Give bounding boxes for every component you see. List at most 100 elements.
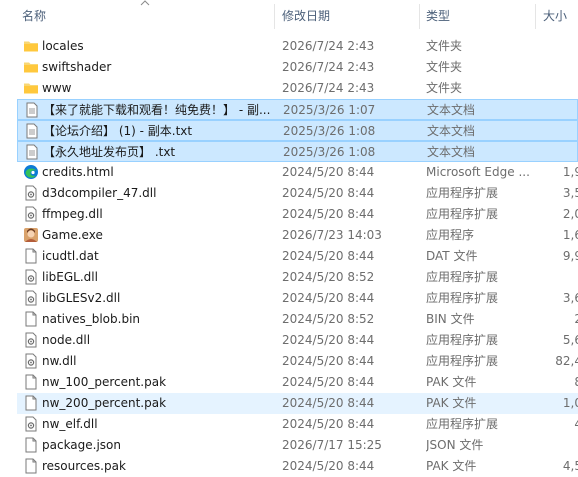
column-header-date[interactable]: 修改日期 [282,0,330,33]
file-icon [23,374,39,390]
file-row[interactable]: libGLESv2.dll 2024/5/20 8:44 应用程序扩展 3,6 [17,288,578,309]
file-name: libEGL.dll [42,270,98,284]
file-name: 【论坛介绍】 (1) - 副本.txt [43,124,193,138]
file-type: PAK 文件 [426,375,477,389]
file-name: Game.exe [42,228,103,242]
file-modified-date: 2024/5/20 8:44 [282,333,375,347]
column-divider[interactable] [419,4,420,29]
file-size: 4,5 [562,459,578,473]
file-type: 文本文档 [427,103,476,117]
file-type: BIN 文件 [426,312,475,326]
file-row[interactable]: natives_blob.bin 2024/5/20 8:52 BIN 文件 2 [17,309,578,330]
file-type: 应用程序扩展 [426,270,499,284]
dll-file-icon [23,416,39,432]
folder-icon [23,59,39,75]
file-row[interactable]: 【论坛介绍】 (1) - 副本.txt 2025/3/26 1:08 文本文档 [17,120,578,141]
file-size: 2,0 [562,207,578,221]
file-icon [23,395,39,411]
dll-file-icon [23,353,39,369]
file-modified-date: 2024/5/20 8:44 [282,417,375,431]
file-row[interactable]: swiftshader 2026/7/24 2:43 文件夹 [17,57,578,78]
folder-icon [23,38,39,54]
file-row[interactable]: package.json 2026/7/17 15:25 JSON 文件 [17,435,578,456]
file-modified-date: 2024/5/20 8:44 [282,291,375,305]
column-header-type[interactable]: 类型 [426,0,450,33]
file-icon [23,311,39,327]
file-modified-date: 2024/5/20 8:44 [282,375,375,389]
file-row[interactable]: nw_200_percent.pak 2024/5/20 8:44 PAK 文件 1,… [17,393,578,414]
dll-file-icon [23,269,39,285]
file-size [542,78,578,99]
file-modified-date: 2026/7/24 2:43 [282,39,375,53]
file-modified-date: 2024/5/20 8:44 [282,354,375,368]
file-size: 9,9 [562,249,578,263]
file-icon [23,458,39,474]
file-type: Microsoft Edge ... [426,165,530,179]
file-size: 1,6 [562,228,578,242]
file-name: package.json [42,438,122,452]
file-size [543,142,578,163]
file-size: 82,4 [555,354,578,368]
file-name: ffmpeg.dll [42,207,103,221]
file-type: 应用程序扩展 [426,417,499,431]
file-row[interactable]: www 2026/7/24 2:43 文件夹 [17,78,578,99]
game-app-icon [23,227,39,243]
file-name: www [42,81,72,95]
file-row[interactable]: libEGL.dll 2024/5/20 8:52 应用程序扩展 [17,267,578,288]
file-row[interactable]: resources.pak 2024/5/20 8:44 PAK 文件 4,5 [17,456,578,477]
file-modified-date: 2025/3/26 1:07 [283,103,376,117]
file-size [543,121,578,142]
file-row[interactable]: icudtl.dat 2024/5/20 8:44 DAT 文件 9,9 [17,246,578,267]
file-size: 5,6 [562,333,578,347]
file-row[interactable]: Game.exe 2026/7/23 14:03 应用程序 1,6 [17,225,578,246]
file-modified-date: 2024/5/20 8:44 [282,459,375,473]
column-divider[interactable] [535,4,536,29]
file-modified-date: 2025/3/26 1:08 [283,145,376,159]
file-row[interactable]: credits.html 2024/5/20 8:44 Microsoft Edge… [17,162,578,183]
file-name: natives_blob.bin [42,312,141,326]
file-name: locales [42,39,84,53]
file-type: 文本文档 [427,124,476,138]
file-row[interactable]: node.dll 2024/5/20 8:44 应用程序扩展 5,6 [17,330,578,351]
file-name: node.dll [42,333,91,347]
file-modified-date: 2025/3/26 1:08 [283,124,376,138]
column-header-size[interactable]: 大小 [543,0,567,33]
file-row[interactable]: ffmpeg.dll 2024/5/20 8:44 应用程序扩展 2,0 [17,204,578,225]
file-type: 文件夹 [426,60,463,74]
file-size [542,36,578,57]
file-modified-date: 2024/5/20 8:44 [282,207,375,221]
file-type: PAK 文件 [426,459,477,473]
file-type: DAT 文件 [426,249,478,263]
file-row[interactable]: d3dcompiler_47.dll 2024/5/20 8:44 应用程序扩展 3,… [17,183,578,204]
file-modified-date: 2024/5/20 8:52 [282,312,375,326]
file-size [543,100,578,121]
file-modified-date: 2026/7/17 15:25 [282,438,382,452]
file-row[interactable]: locales 2026/7/24 2:43 文件夹 [17,36,578,57]
column-header-name[interactable]: 名称 [22,0,46,33]
file-modified-date: 2026/7/23 14:03 [282,228,382,242]
file-size [542,435,578,456]
file-row[interactable]: nw_100_percent.pak 2024/5/20 8:44 PAK 文件 8 [17,372,578,393]
file-row[interactable]: nw.dll 2024/5/20 8:44 应用程序扩展 82,4 [17,351,578,372]
file-type: 应用程序扩展 [426,186,499,200]
file-row[interactable]: nw_elf.dll 2024/5/20 8:44 应用程序扩展 4 [17,414,578,435]
column-divider[interactable] [274,4,275,29]
file-size: 8 [542,372,578,393]
file-size [542,267,578,288]
file-name: libGLESv2.dll [42,291,121,305]
file-name: nw.dll [42,354,77,368]
dll-file-icon [23,206,39,222]
file-modified-date: 2024/5/20 8:44 [282,396,375,410]
file-size: 3,6 [562,291,578,305]
file-size: 1,0 [562,396,578,410]
file-row[interactable]: 【来了就能下载和观看！纯免费！】 - 副... 2025/3/26 1:07 文本文… [17,99,578,120]
edge-icon [23,164,39,180]
file-type: 应用程序扩展 [426,354,499,368]
file-name: swiftshader [42,60,112,74]
file-name: icudtl.dat [42,249,99,263]
sort-ascending-icon [140,0,150,6]
file-type: 应用程序扩展 [426,207,499,221]
file-size: 3,5 [562,186,578,200]
file-row[interactable]: 【永久地址发布页】 .txt 2025/3/26 1:08 文本文档 [17,141,578,162]
file-name: 【永久地址发布页】 .txt [43,145,176,159]
